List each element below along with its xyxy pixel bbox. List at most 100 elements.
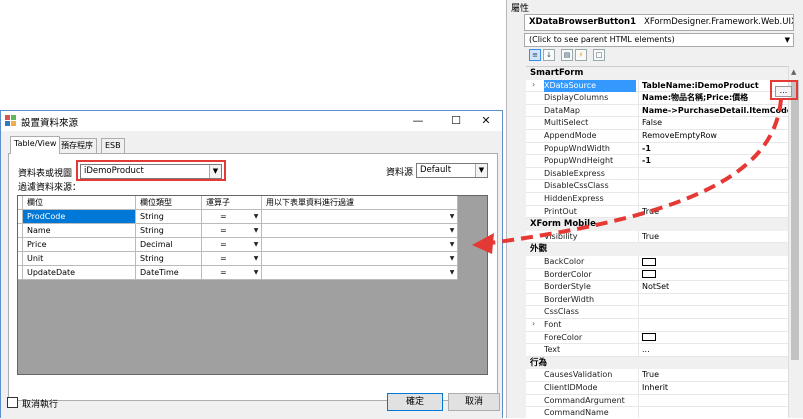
chevron-down-icon[interactable]: ▼ — [251, 238, 261, 251]
property-value[interactable]: True — [638, 369, 788, 382]
close-icon[interactable]: ✕ — [469, 112, 503, 130]
cancel-execution-checkbox[interactable] — [7, 397, 18, 408]
grid-operator-cell[interactable]: = ▼ — [202, 266, 262, 280]
grid-cell[interactable]: Name — [23, 224, 136, 238]
property-value[interactable] — [638, 167, 788, 180]
property-value[interactable] — [638, 268, 788, 281]
grid-column-header[interactable]: 用以下表單資料進行過濾 — [262, 196, 458, 210]
grid-operator-cell[interactable]: = ▼ — [202, 224, 262, 238]
property-value[interactable] — [638, 293, 788, 306]
minimize-icon[interactable]: — — [401, 112, 435, 130]
grid-filter-cell[interactable]: ▼ — [262, 252, 458, 266]
grid-operator-cell[interactable]: = ▼ — [202, 210, 262, 224]
grid-operator-cell[interactable]: = ▼ — [202, 238, 262, 252]
chevron-down-icon[interactable]: ▼ — [251, 210, 261, 223]
grid-cell[interactable]: UpdateDate — [23, 266, 136, 280]
chevron-down-icon[interactable]: ▼ — [447, 266, 457, 279]
property-row[interactable]: MultiSelect False — [526, 117, 789, 130]
property-value[interactable]: RemoveEmptyRow — [638, 130, 788, 142]
property-value[interactable]: NotSet — [638, 281, 788, 294]
chevron-down-icon[interactable]: ▼ — [447, 210, 457, 223]
color-swatch[interactable] — [642, 257, 656, 266]
grid-cell[interactable]: Price — [23, 238, 136, 252]
grid-cell[interactable]: DateTime — [136, 266, 202, 280]
property-category[interactable]: 行為 — [526, 356, 789, 370]
grid-column-header[interactable]: 欄位 — [23, 196, 136, 210]
property-grid-scrollbar[interactable]: ▲ — [788, 66, 801, 418]
property-value[interactable] — [638, 319, 788, 331]
property-row[interactable]: CommandName — [526, 407, 789, 418]
chevron-down-icon[interactable]: ▼ — [251, 224, 261, 237]
property-value[interactable] — [638, 407, 788, 418]
parent-elements-dropdown[interactable]: (Click to see parent HTML elements) ▼ — [524, 33, 794, 47]
property-row[interactable]: HiddenExpress — [526, 193, 789, 206]
property-row[interactable]: ForeColor — [526, 331, 789, 345]
cancel-button[interactable]: 取消 — [448, 393, 500, 411]
property-value[interactable]: ... — [638, 344, 788, 357]
property-row[interactable]: PrintOut True — [526, 205, 789, 219]
property-value[interactable] — [638, 256, 788, 268]
property-row[interactable]: BorderStyle NotSet — [526, 281, 789, 294]
property-row[interactable]: ClientIDMode Inherit — [526, 382, 789, 395]
events-icon[interactable]: ⚡ — [575, 49, 587, 61]
grid-column-header[interactable]: 運算子 — [202, 196, 262, 210]
grid-cell[interactable]: String — [136, 224, 202, 238]
expand-icon[interactable]: › — [532, 80, 535, 89]
property-value[interactable] — [638, 394, 788, 407]
property-row[interactable]: › Font — [526, 319, 789, 332]
property-row[interactable]: DisableCssClass — [526, 180, 789, 193]
property-row[interactable]: BackColor — [526, 256, 789, 269]
grid-filter-cell[interactable]: ▼ — [262, 266, 458, 280]
grid-filter-cell[interactable]: ▼ — [262, 224, 458, 238]
property-value[interactable]: True — [638, 205, 788, 218]
scroll-thumb[interactable] — [791, 80, 799, 360]
color-swatch[interactable] — [642, 333, 656, 342]
tab-table-view[interactable]: Table/View — [10, 136, 61, 154]
grid-column-header[interactable]: 欄位類型 — [136, 196, 202, 210]
datasource-select[interactable]: Default ▼ — [416, 163, 488, 178]
property-category[interactable]: 外觀 — [526, 243, 789, 256]
property-value[interactable] — [638, 193, 788, 205]
property-value[interactable]: False — [638, 117, 788, 130]
scroll-up-icon[interactable]: ▲ — [791, 68, 796, 76]
property-value[interactable]: TableName:iDemoProduct — [638, 79, 788, 92]
property-row[interactable]: DisableExpress — [526, 167, 789, 181]
alphabetical-icon[interactable]: ↓ — [543, 49, 555, 61]
grid-cell[interactable]: String — [136, 210, 202, 224]
property-value[interactable]: -1 — [638, 155, 788, 168]
chevron-down-icon[interactable]: ▼ — [447, 252, 457, 265]
ok-button[interactable]: 確定 — [387, 393, 443, 411]
property-value[interactable]: True — [638, 230, 788, 243]
properties-icon[interactable]: ▤ — [561, 49, 573, 61]
property-value[interactable] — [638, 306, 788, 319]
chevron-down-icon[interactable]: ▼ — [251, 252, 261, 265]
property-value[interactable] — [638, 331, 788, 344]
grid-cell[interactable]: String — [136, 252, 202, 266]
property-row[interactable]: DataMap Name->PurchaseDetail.ItemCode;Pr — [526, 104, 789, 118]
chevron-down-icon[interactable]: ▼ — [447, 238, 457, 251]
categorized-icon[interactable]: ≡ — [529, 49, 541, 61]
property-row[interactable]: Text... — [526, 344, 789, 357]
property-category[interactable]: XForm Mobile — [526, 218, 789, 231]
grid-cell[interactable]: Decimal — [136, 238, 202, 252]
maximize-icon[interactable]: ☐ — [439, 112, 473, 130]
property-row[interactable]: CausesValidation True — [526, 369, 789, 382]
grid-filter-cell[interactable]: ▼ — [262, 210, 458, 224]
grid-operator-cell[interactable]: = ▼ — [202, 252, 262, 266]
property-category[interactable]: SmartForm — [526, 67, 789, 80]
tab-stored-procedure[interactable]: 預存程序 — [57, 138, 97, 153]
property-row[interactable]: PopupWndWidth -1 — [526, 142, 789, 156]
property-row[interactable]: Visibility True — [526, 230, 789, 244]
expand-icon[interactable]: › — [532, 319, 535, 328]
object-selector[interactable]: XDataBrowserButton1 XFormDesigner.Framewo… — [524, 14, 794, 31]
chevron-down-icon[interactable]: ▼ — [251, 266, 261, 279]
property-row[interactable]: CssClass — [526, 306, 789, 319]
property-value[interactable]: Inherit — [638, 382, 788, 394]
property-row[interactable]: DisplayColumns Name:物品名稱;Price:價格 — [526, 92, 789, 105]
property-row[interactable]: › XDataSource TableName:iDemoProduct — [526, 79, 789, 93]
grid-filter-cell[interactable]: ▼ — [262, 238, 458, 252]
property-value[interactable]: Name->PurchaseDetail.ItemCode;Pr — [638, 104, 788, 117]
color-swatch[interactable] — [642, 270, 656, 279]
property-row[interactable]: CommandArgument — [526, 394, 789, 408]
property-value[interactable]: -1 — [638, 142, 788, 155]
